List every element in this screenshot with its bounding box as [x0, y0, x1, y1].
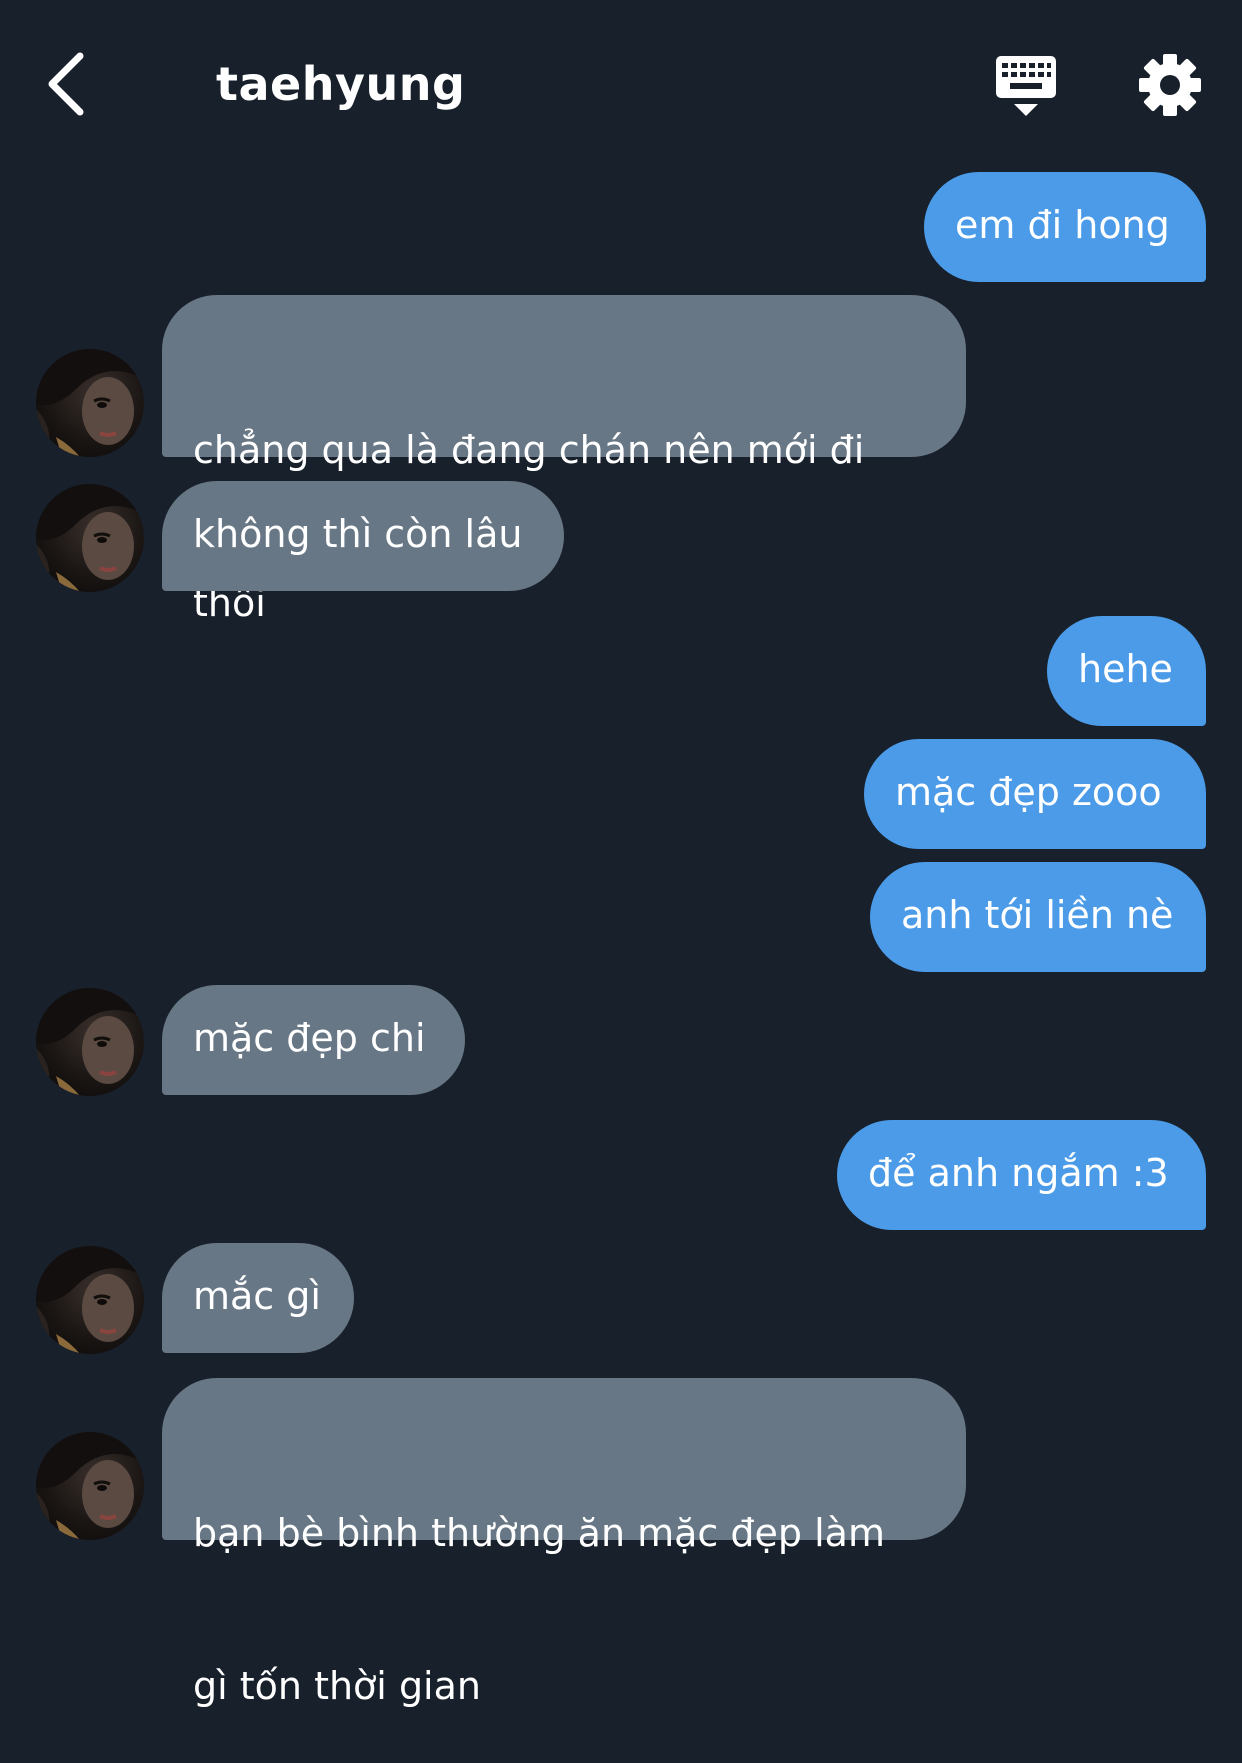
sent-message[interactable]: em đi hong [924, 172, 1206, 282]
received-message[interactable]: mặc đẹp chi [162, 985, 465, 1095]
message-line: gì tốn thời gian [193, 1664, 481, 1708]
settings-button[interactable] [1138, 53, 1202, 117]
avatar[interactable] [36, 484, 144, 592]
avatar[interactable] [36, 1246, 144, 1354]
contact-name[interactable]: taehyung [216, 52, 465, 116]
avatar[interactable] [36, 349, 144, 457]
avatar-photo [36, 988, 144, 1096]
avatar-photo [36, 349, 144, 457]
keyboard-hide-icon [996, 56, 1056, 116]
avatar[interactable] [36, 988, 144, 1096]
received-message[interactable]: chẳng qua là đang chán nên mới đi thôi [162, 295, 966, 625]
message-line: bạn bè bình thường ăn mặc đẹp làm [193, 1511, 885, 1555]
chat-header: taehyung [0, 0, 1242, 160]
received-message[interactable]: bạn bè bình thường ăn mặc đẹp làm gì tốn… [162, 1378, 966, 1708]
avatar[interactable] [36, 1432, 144, 1540]
sent-message[interactable]: để anh ngắm :3 [837, 1120, 1206, 1230]
avatar-photo [36, 1246, 144, 1354]
avatar-photo [36, 484, 144, 592]
message-line: chẳng qua là đang chán nên mới đi [193, 428, 865, 472]
sent-message[interactable]: mặc đẹp zooo [864, 739, 1206, 849]
gear-icon [1139, 54, 1201, 116]
chevron-left-icon [48, 52, 84, 116]
sent-message[interactable]: anh tới liền nè [870, 862, 1206, 972]
received-message[interactable]: mắc gì [162, 1243, 354, 1353]
received-message[interactable]: không thì còn lâu [162, 481, 564, 591]
avatar-photo [36, 1432, 144, 1540]
sent-message[interactable]: hehe [1047, 616, 1206, 726]
keyboard-toggle-button[interactable] [992, 54, 1060, 120]
back-button[interactable] [38, 48, 98, 120]
